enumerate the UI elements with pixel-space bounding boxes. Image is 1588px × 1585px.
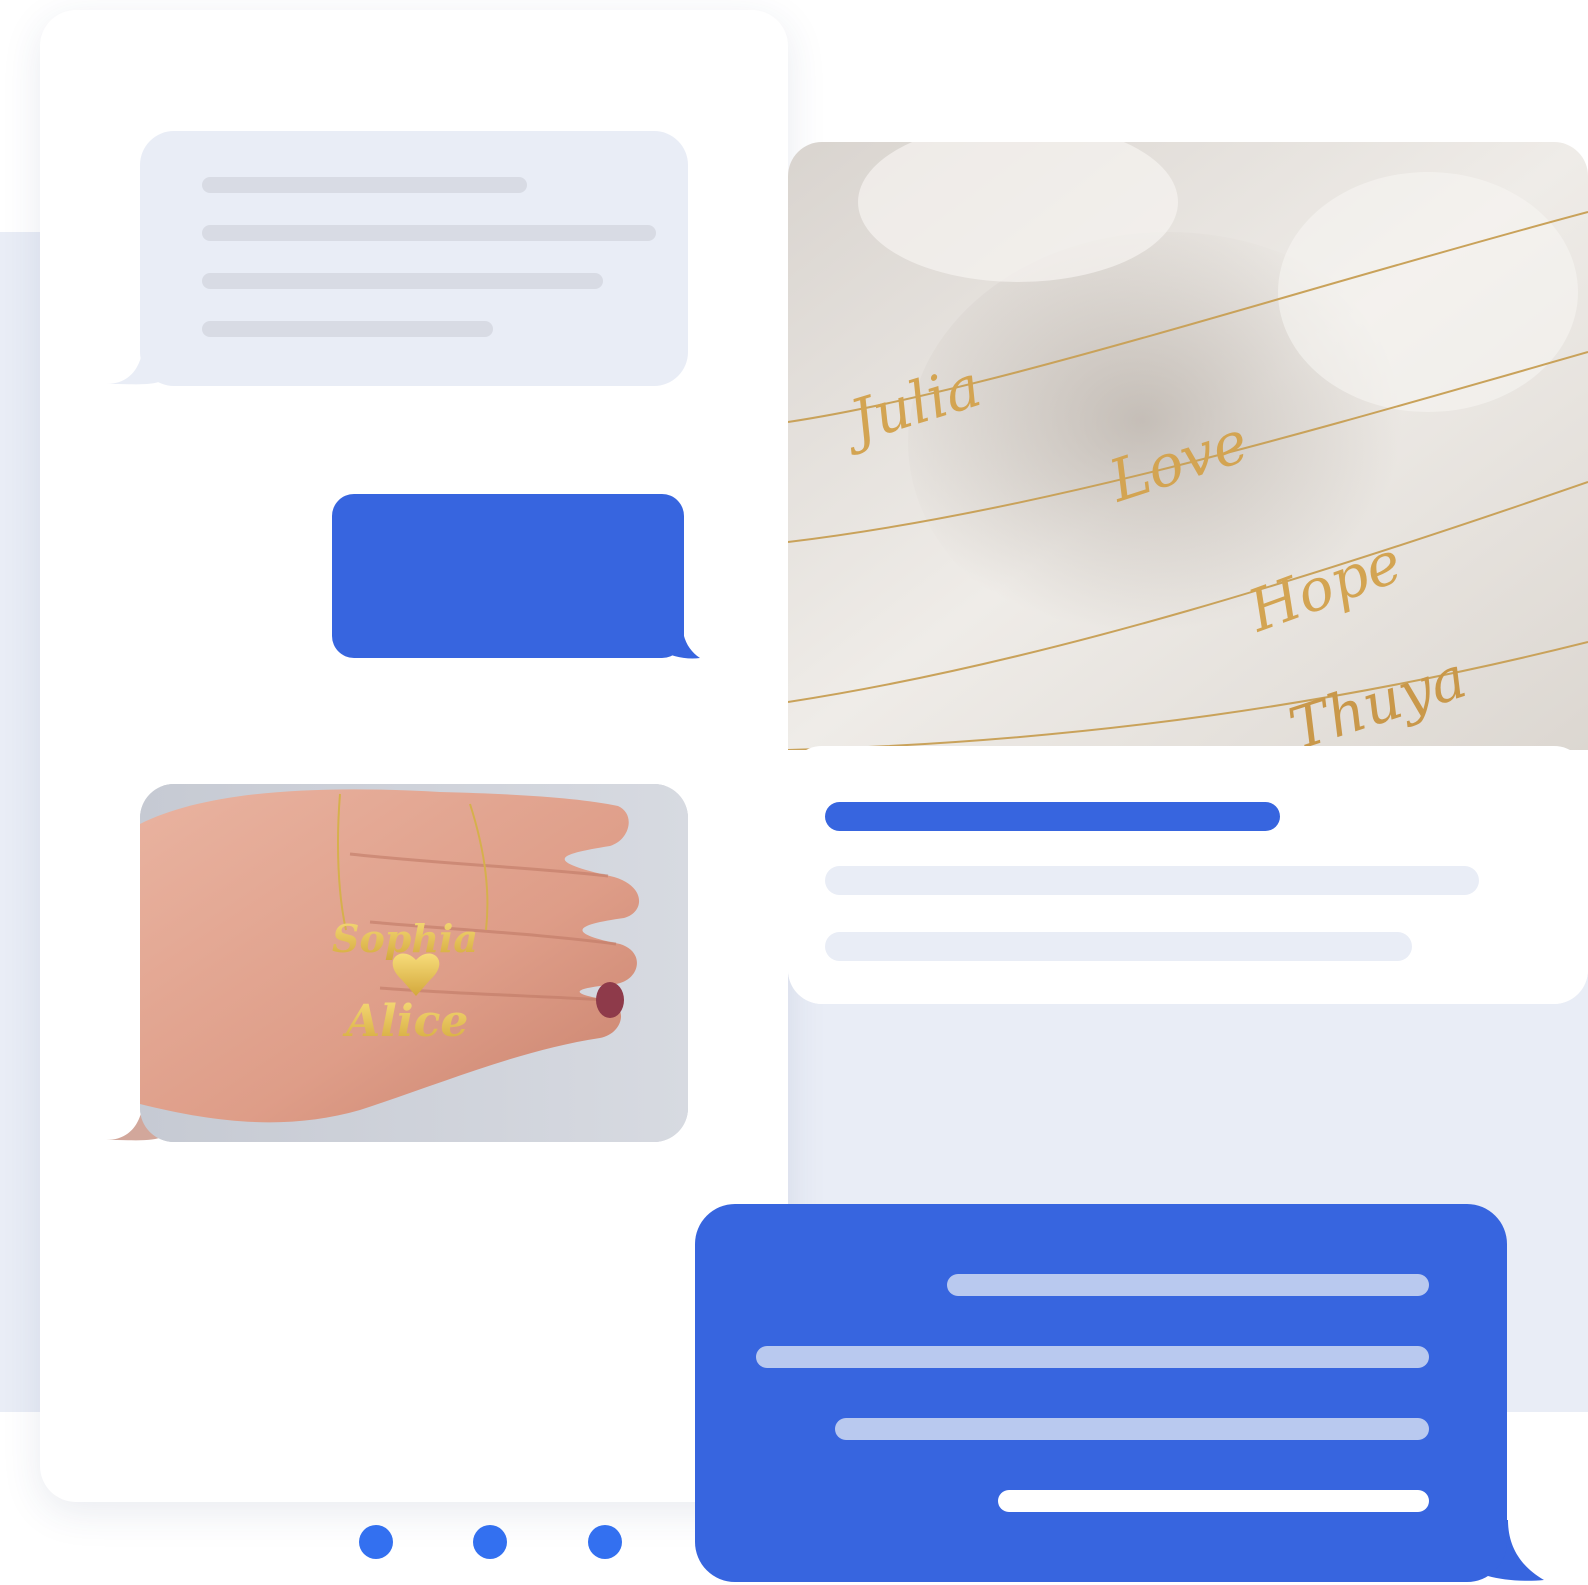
product-description-placeholder xyxy=(825,932,1412,961)
product-title-placeholder xyxy=(825,802,1280,831)
product-photo: Julia Love Hope Thuya xyxy=(788,142,1588,750)
typing-dot-icon xyxy=(359,1525,393,1559)
reply-placeholder-line xyxy=(998,1490,1429,1512)
reply-placeholder-line xyxy=(756,1346,1429,1368)
placeholder-line xyxy=(202,177,527,193)
reply-message-bubble[interactable] xyxy=(695,1204,1507,1582)
necklace-photo: Sophia Alice xyxy=(140,784,688,1142)
outgoing-message-bubble[interactable] xyxy=(332,494,684,658)
typing-dot-icon xyxy=(473,1525,507,1559)
typing-dot-icon xyxy=(588,1525,622,1559)
product-card-details xyxy=(788,746,1588,1004)
placeholder-line xyxy=(202,225,656,241)
photo-message-bubble[interactable]: Sophia Alice xyxy=(140,784,688,1142)
pendant-name-bottom: Alice xyxy=(342,996,468,1047)
reply-placeholder-line xyxy=(835,1418,1429,1440)
reply-placeholder-line xyxy=(947,1274,1429,1296)
product-card[interactable]: Julia Love Hope Thuya xyxy=(788,142,1588,1004)
product-description-placeholder xyxy=(825,866,1479,895)
placeholder-line xyxy=(202,321,493,337)
placeholder-line xyxy=(202,273,603,289)
incoming-message-bubble[interactable] xyxy=(140,131,688,386)
